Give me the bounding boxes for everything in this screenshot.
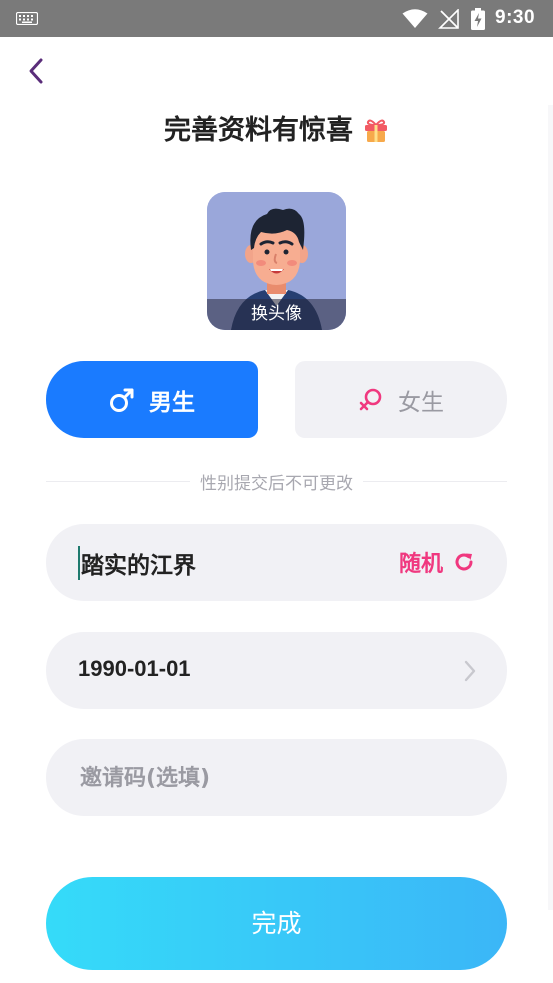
gender-male-label: 男生 bbox=[149, 389, 195, 416]
battery-charging-icon bbox=[471, 8, 485, 30]
female-icon bbox=[359, 388, 382, 410]
chevron-left-icon bbox=[29, 58, 43, 84]
invite-code-input[interactable] bbox=[78, 757, 482, 799]
invite-code-field[interactable] bbox=[46, 739, 507, 816]
chevron-right-icon bbox=[464, 660, 476, 682]
birthday-field[interactable]: 1990-01-01 bbox=[46, 632, 507, 709]
scrollbar[interactable] bbox=[548, 105, 553, 910]
divider bbox=[46, 480, 190, 482]
status-time: 9:30 bbox=[495, 7, 536, 28]
wifi-icon bbox=[402, 9, 428, 28]
gender-female-button[interactable]: 女生 bbox=[295, 361, 507, 438]
gender-hint-text: 性别提交后不可更改 bbox=[200, 473, 353, 494]
status-bar: 9:30 bbox=[0, 0, 553, 37]
no-signal-icon bbox=[438, 9, 459, 29]
divider bbox=[363, 480, 507, 482]
gender-male-button[interactable]: 男生 bbox=[46, 361, 258, 438]
male-icon bbox=[110, 388, 134, 412]
refresh-icon bbox=[455, 553, 473, 571]
birthday-value: 1990-01-01 bbox=[78, 656, 191, 681]
gender-female-label: 女生 bbox=[398, 389, 444, 416]
random-label: 随机 bbox=[398, 552, 443, 577]
avatar[interactable]: 换头像 bbox=[207, 192, 346, 330]
random-nickname-button[interactable]: 随机 bbox=[399, 546, 475, 578]
done-button[interactable]: 完成 bbox=[46, 877, 507, 970]
page-title-text: 完善资料有惊喜 bbox=[164, 115, 353, 146]
nickname-field[interactable]: 踏实的江界 随机 bbox=[46, 524, 507, 601]
back-button[interactable] bbox=[22, 56, 52, 86]
nickname-value[interactable]: 踏实的江界 bbox=[78, 546, 196, 580]
gift-icon bbox=[365, 119, 387, 142]
page-title: 完善资料有惊喜 bbox=[0, 108, 553, 147]
gender-hint: 性别提交后不可更改 bbox=[46, 470, 507, 494]
keyboard-icon bbox=[16, 12, 38, 25]
change-avatar-label[interactable]: 换头像 bbox=[207, 299, 346, 330]
